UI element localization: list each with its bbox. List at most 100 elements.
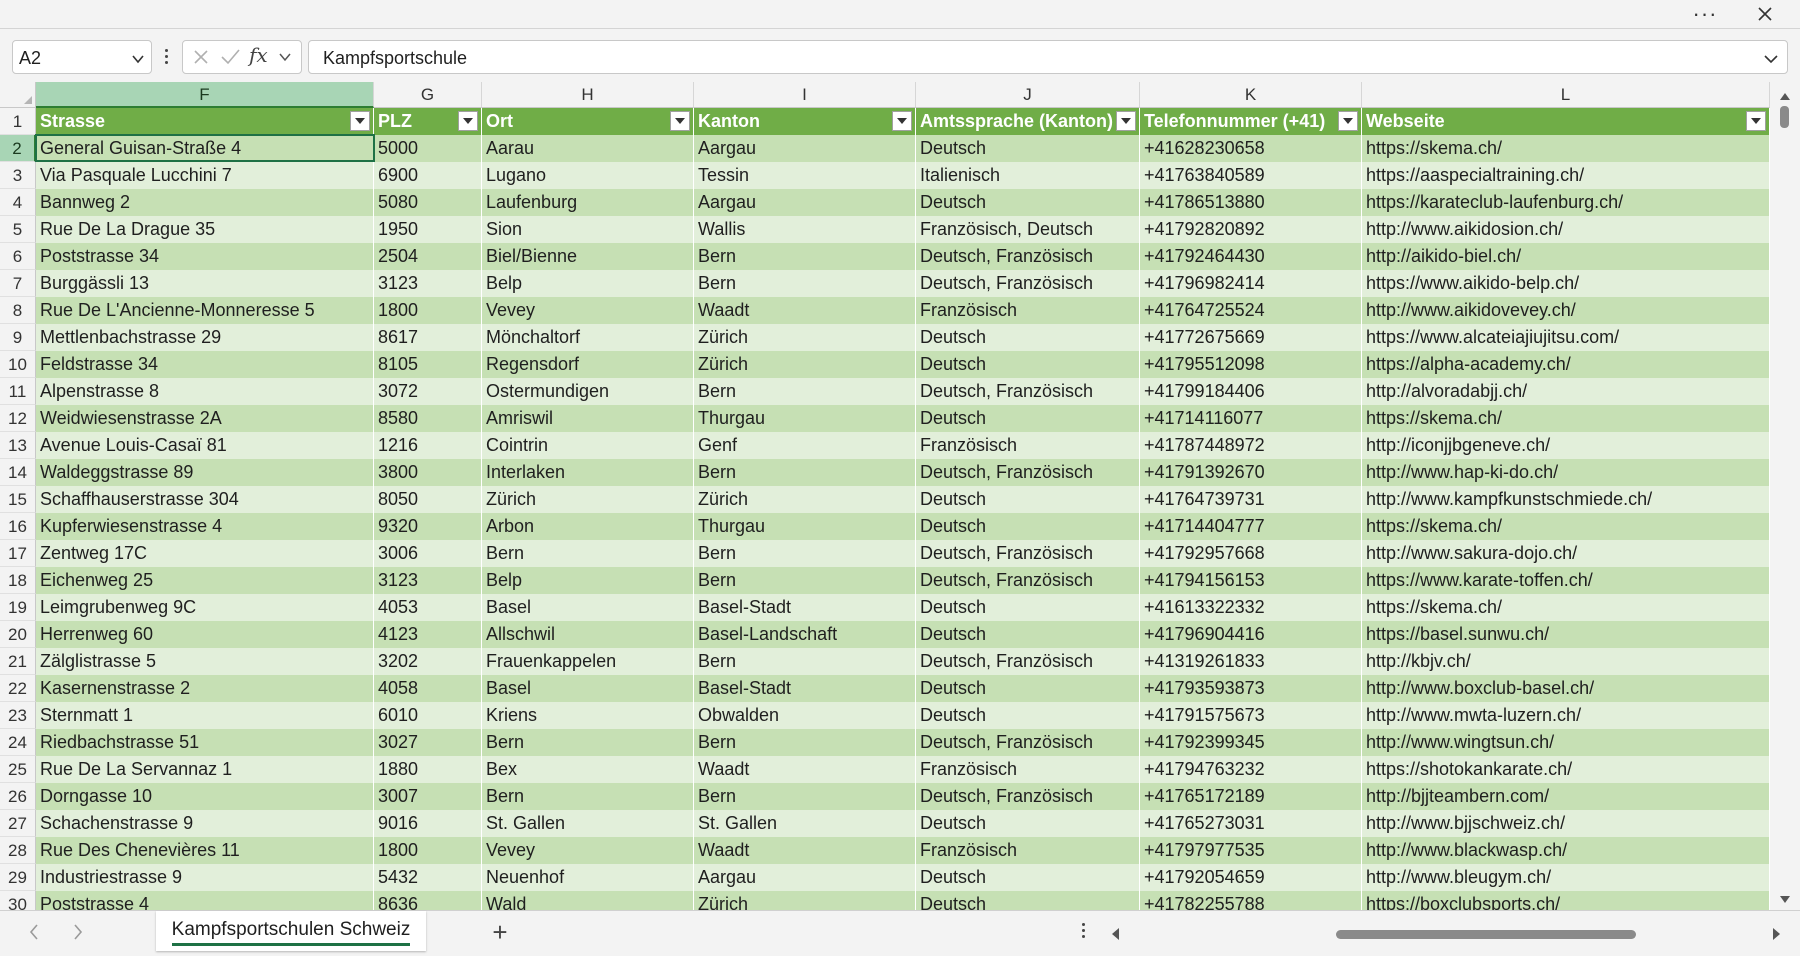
table-cell[interactable]: https://www.alcateiajiujitsu.com/ (1362, 324, 1770, 351)
more-vertical-icon[interactable] (1080, 923, 1086, 945)
table-cell[interactable]: 5000 (374, 135, 482, 162)
insert-function-button[interactable]: fx (249, 43, 268, 67)
table-cell[interactable]: 6010 (374, 702, 482, 729)
table-cell[interactable]: +41786513880 (1140, 189, 1362, 216)
table-cell[interactable]: Kasernenstrasse 2 (36, 675, 374, 702)
table-cell[interactable]: 4053 (374, 594, 482, 621)
row-header[interactable]: 26 (0, 783, 36, 810)
row-header[interactable]: 19 (0, 594, 36, 621)
table-cell[interactable]: Frauenkappelen (482, 648, 694, 675)
table-cell[interactable]: http://www.mwta-luzern.ch/ (1362, 702, 1770, 729)
table-cell[interactable]: General Guisan-Straße 4 (36, 135, 374, 162)
table-cell[interactable]: Aargau (694, 135, 916, 162)
more-vertical-icon[interactable] (160, 44, 172, 68)
table-cell[interactable]: Bern (694, 243, 916, 270)
table-cell[interactable]: +41792957668 (1140, 540, 1362, 567)
table-cell[interactable]: Biel/Bienne (482, 243, 694, 270)
table-cell[interactable]: Rue De La Servannaz 1 (36, 756, 374, 783)
table-cell[interactable]: Deutsch, Französisch (916, 270, 1140, 297)
row-header[interactable]: 13 (0, 432, 36, 459)
row-header[interactable]: 9 (0, 324, 36, 351)
table-cell[interactable]: Obwalden (694, 702, 916, 729)
table-cell[interactable]: 5432 (374, 864, 482, 891)
table-cell[interactable]: Bern (694, 648, 916, 675)
column-header[interactable]: H (482, 82, 694, 108)
table-cell[interactable]: Mönchaltorf (482, 324, 694, 351)
table-cell[interactable]: Zentweg 17C (36, 540, 374, 567)
table-cell[interactable]: 6900 (374, 162, 482, 189)
table-cell[interactable]: Bern (694, 567, 916, 594)
table-cell[interactable]: Genf (694, 432, 916, 459)
select-all-corner[interactable] (0, 82, 36, 108)
expand-formula-icon[interactable] (1763, 50, 1779, 71)
table-cell[interactable]: +41794156153 (1140, 567, 1362, 594)
filter-dropdown-icon[interactable] (670, 111, 690, 131)
table-cell[interactable]: Neuenhof (482, 864, 694, 891)
table-cell[interactable]: Bannweg 2 (36, 189, 374, 216)
row-header[interactable]: 22 (0, 675, 36, 702)
table-cell[interactable]: Deutsch (916, 594, 1140, 621)
table-cell[interactable]: 3123 (374, 567, 482, 594)
table-cell[interactable]: St. Gallen (694, 810, 916, 837)
table-cell[interactable]: 3007 (374, 783, 482, 810)
table-header-cell[interactable]: Telefonnummer (+41) (1140, 108, 1362, 135)
table-cell[interactable]: Bern (694, 729, 916, 756)
cancel-icon[interactable] (191, 47, 211, 72)
table-cell[interactable]: +41763840589 (1140, 162, 1362, 189)
table-cell[interactable]: Bern (482, 783, 694, 810)
table-cell[interactable]: Zürich (694, 351, 916, 378)
table-cell[interactable]: 2504 (374, 243, 482, 270)
filter-dropdown-icon[interactable] (1338, 111, 1358, 131)
scroll-right-icon[interactable] (1772, 927, 1782, 946)
spreadsheet-grid[interactable]: F G H I J K L 1 Strasse PLZ Ort Kanton Amtssprache (… (0, 82, 1770, 910)
table-cell[interactable]: Thurgau (694, 513, 916, 540)
table-cell[interactable]: +41765273031 (1140, 810, 1362, 837)
table-cell[interactable]: Weidwiesenstrasse 2A (36, 405, 374, 432)
row-header[interactable]: 25 (0, 756, 36, 783)
table-cell[interactable]: Waldeggstrasse 89 (36, 459, 374, 486)
table-cell[interactable]: Deutsch (916, 621, 1140, 648)
table-cell[interactable]: Belp (482, 270, 694, 297)
table-cell[interactable]: 9016 (374, 810, 482, 837)
table-cell[interactable]: +41765172189 (1140, 783, 1362, 810)
row-header[interactable]: 2 (0, 135, 36, 162)
table-cell[interactable]: +41794763232 (1140, 756, 1362, 783)
table-cell[interactable]: http://www.blackwasp.ch/ (1362, 837, 1770, 864)
table-cell[interactable]: 4123 (374, 621, 482, 648)
table-cell[interactable]: Aarau (482, 135, 694, 162)
table-cell[interactable]: +41791575673 (1140, 702, 1362, 729)
table-cell[interactable]: http://www.hap-ki-do.ch/ (1362, 459, 1770, 486)
table-cell[interactable]: Bex (482, 756, 694, 783)
table-cell[interactable]: +41787448972 (1140, 432, 1362, 459)
table-cell[interactable]: Deutsch (916, 702, 1140, 729)
vertical-scroll-thumb[interactable] (1780, 106, 1789, 128)
table-cell[interactable]: 9320 (374, 513, 482, 540)
row-header[interactable]: 28 (0, 837, 36, 864)
table-cell[interactable]: Bern (694, 378, 916, 405)
table-cell[interactable]: Bern (694, 270, 916, 297)
table-cell[interactable]: Deutsch, Französisch (916, 540, 1140, 567)
row-header[interactable]: 1 (0, 108, 36, 135)
table-cell[interactable]: https://www.karate-toffen.ch/ (1362, 567, 1770, 594)
chevron-down-icon[interactable] (279, 50, 291, 68)
table-cell[interactable]: Französisch (916, 756, 1140, 783)
row-header[interactable]: 16 (0, 513, 36, 540)
table-cell[interactable]: Kupferwiesenstrasse 4 (36, 513, 374, 540)
scroll-left-icon[interactable] (1110, 927, 1120, 946)
table-cell[interactable]: Burggässli 13 (36, 270, 374, 297)
row-header[interactable]: 3 (0, 162, 36, 189)
table-cell[interactable]: +41628230658 (1140, 135, 1362, 162)
table-cell[interactable]: Schachenstrasse 9 (36, 810, 374, 837)
table-cell[interactable]: Bern (694, 459, 916, 486)
row-header[interactable]: 12 (0, 405, 36, 432)
table-cell[interactable]: Allschwil (482, 621, 694, 648)
table-cell[interactable]: 8636 (374, 891, 482, 910)
table-cell[interactable]: +41792054659 (1140, 864, 1362, 891)
table-cell[interactable]: Deutsch, Französisch (916, 729, 1140, 756)
table-cell[interactable]: 1800 (374, 837, 482, 864)
table-cell[interactable]: https://basel.sunwu.ch/ (1362, 621, 1770, 648)
table-cell[interactable]: http://iconjjbgeneve.ch/ (1362, 432, 1770, 459)
table-cell[interactable]: Aargau (694, 189, 916, 216)
table-cell[interactable]: +41782255788 (1140, 891, 1362, 910)
table-cell[interactable]: Rue Des Chenevières 11 (36, 837, 374, 864)
